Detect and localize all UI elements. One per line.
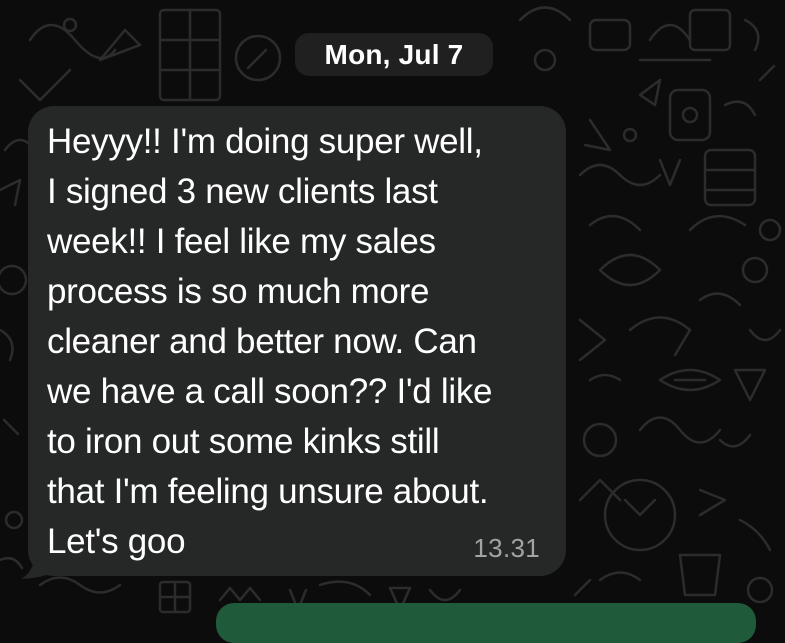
incoming-message-bubble[interactable]: Heyyy!! I'm doing super well, I signed 3… bbox=[28, 106, 566, 576]
outgoing-message-bubble-peek[interactable] bbox=[216, 603, 756, 643]
message-timestamp: 13.31 bbox=[473, 533, 540, 563]
message-text: Heyyy!! I'm doing super well, I signed 3… bbox=[47, 122, 493, 561]
date-separator: Mon, Jul 7 bbox=[295, 33, 493, 76]
